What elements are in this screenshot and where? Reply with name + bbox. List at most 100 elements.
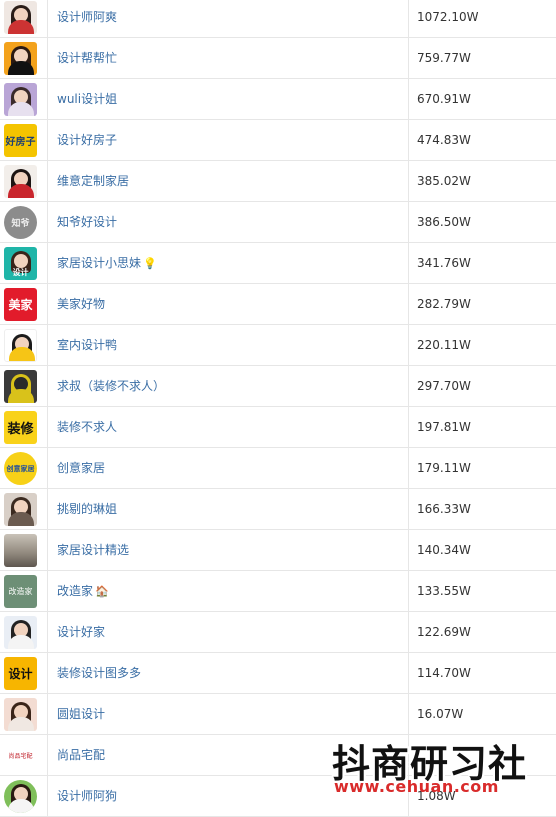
avatar[interactable] <box>4 370 37 403</box>
account-name-link[interactable]: 求叔（装修不求人） <box>57 366 165 407</box>
account-name-link[interactable]: 维意定制家居 <box>57 161 129 202</box>
avatar[interactable] <box>4 329 37 362</box>
fans-count: 297.70W <box>417 379 471 393</box>
account-name-link[interactable]: 室内设计鸭 <box>57 325 117 366</box>
table-row: 美家 美家好物 282.79W <box>0 284 556 325</box>
avatar[interactable]: 设计 <box>4 657 37 690</box>
avatar[interactable]: 设计 <box>4 247 37 280</box>
avatar-logo-text: 美家 <box>8 298 33 312</box>
watermark: 抖商研习社 www.cehuan.com <box>332 733 542 805</box>
avatar-cell <box>0 161 48 202</box>
account-name-link[interactable]: 美家好物 <box>57 284 105 325</box>
account-name-link[interactable]: 尚品宅配 <box>57 735 105 776</box>
avatar-cell <box>0 612 48 653</box>
account-name-link[interactable]: wuli设计姐 <box>57 79 117 120</box>
table-row: 设计 装修设计图多多 114.70W <box>0 653 556 694</box>
name-cell: 家居设计精选 <box>48 530 409 571</box>
name-cell: 改造家 🏠 <box>48 571 409 612</box>
fans-count: 341.76W <box>417 256 471 270</box>
avatar[interactable] <box>4 780 37 813</box>
fans-count: 474.83W <box>417 133 471 147</box>
table-row: wuli设计姐 670.91W <box>0 79 556 120</box>
account-name-link[interactable]: 装修不求人 <box>57 407 117 448</box>
fans-cell: 140.34W <box>409 530 556 571</box>
account-name-link[interactable]: 设计好家 <box>57 612 105 653</box>
avatar-cell: 创意家居 <box>0 448 48 489</box>
account-name-link[interactable]: 设计师阿爽 <box>57 0 117 38</box>
account-name-link[interactable]: 家居设计小思妹 💡 <box>57 243 157 284</box>
avatar-logo-text: 改造家 <box>8 587 33 596</box>
avatar-cell: 设计 <box>0 243 48 284</box>
avatar[interactable]: 改造家 <box>4 575 37 608</box>
avatar-logo-text: 好房子 <box>5 137 36 148</box>
avatar[interactable] <box>4 616 37 649</box>
name-cell: 挑剔的琳姐 <box>48 489 409 530</box>
avatar-cell: 美家 <box>0 284 48 325</box>
name-cell: wuli设计姐 <box>48 79 409 120</box>
table-row: 好房子 设计好房子 474.83W <box>0 120 556 161</box>
avatar[interactable] <box>4 165 37 198</box>
avatar-cell <box>0 0 48 38</box>
account-name-link[interactable]: 装修设计图多多 <box>57 653 141 694</box>
fans-count: 759.77W <box>417 51 471 65</box>
fans-cell: 179.11W <box>409 448 556 489</box>
fans-cell: 386.50W <box>409 202 556 243</box>
avatar[interactable]: 创意家居 <box>4 452 37 485</box>
avatar-cell <box>0 694 48 735</box>
avatar-cell: 改造家 <box>0 571 48 612</box>
account-name-link[interactable]: 圆姐设计 <box>57 694 105 735</box>
fans-count: 670.91W <box>417 92 471 106</box>
fans-count: 386.50W <box>417 215 471 229</box>
name-cell: 维意定制家居 <box>48 161 409 202</box>
avatar-cell <box>0 325 48 366</box>
avatar[interactable] <box>4 1 37 34</box>
house-icon: 🏠 <box>95 585 109 598</box>
name-cell: 家居设计小思妹 💡 <box>48 243 409 284</box>
fans-count: 179.11W <box>417 461 471 475</box>
table-row: 知爷 知爷好设计 386.50W <box>0 202 556 243</box>
account-name-text: 改造家 <box>57 584 94 598</box>
table-row: 设计好家 122.69W <box>0 612 556 653</box>
avatar[interactable] <box>4 83 37 116</box>
fans-cell: 670.91W <box>409 79 556 120</box>
fans-count: 166.33W <box>417 502 471 516</box>
avatar[interactable]: 好房子 <box>4 124 37 157</box>
avatar-cell <box>0 79 48 120</box>
account-name-link[interactable]: 设计师阿狗 <box>57 776 117 817</box>
fans-count: 114.70W <box>417 666 471 680</box>
avatar[interactable]: 尚品宅配 <box>4 739 37 772</box>
avatar[interactable] <box>4 698 37 731</box>
table-row: 设计帮帮忙 759.77W <box>0 38 556 79</box>
name-cell: 圆姐设计 <box>48 694 409 735</box>
avatar[interactable] <box>4 42 37 75</box>
avatar-cell: 装修 <box>0 407 48 448</box>
account-name-link[interactable]: 设计好房子 <box>57 120 117 161</box>
fans-cell: 114.70W <box>409 653 556 694</box>
avatar[interactable] <box>4 534 37 567</box>
avatar[interactable]: 装修 <box>4 411 37 444</box>
avatar-cell <box>0 38 48 79</box>
account-name-link[interactable]: 创意家居 <box>57 448 105 489</box>
account-name-link[interactable]: 挑剔的琳姐 <box>57 489 117 530</box>
avatar-cell: 尚品宅配 <box>0 735 48 776</box>
table-row: 创意家居 创意家居 179.11W <box>0 448 556 489</box>
account-name-link[interactable]: 设计帮帮忙 <box>57 38 117 79</box>
name-cell: 室内设计鸭 <box>48 325 409 366</box>
name-cell: 装修不求人 <box>48 407 409 448</box>
table-row: 设计师阿爽 1072.10W <box>0 0 556 38</box>
fans-cell: 341.76W <box>409 243 556 284</box>
avatar-cell <box>0 366 48 407</box>
table-row: 圆姐设计 16.07W <box>0 694 556 735</box>
account-name-link[interactable]: 改造家 🏠 <box>57 571 109 612</box>
avatar[interactable]: 知爷 <box>4 206 37 239</box>
avatar-cell <box>0 530 48 571</box>
account-name-link[interactable]: 家居设计精选 <box>57 530 129 571</box>
name-cell: 美家好物 <box>48 284 409 325</box>
name-cell: 设计师阿爽 <box>48 0 409 38</box>
avatar-logo-text: 设计 <box>12 268 29 277</box>
fans-count: 122.69W <box>417 625 471 639</box>
avatar[interactable] <box>4 493 37 526</box>
avatar[interactable]: 美家 <box>4 288 37 321</box>
account-name-link[interactable]: 知爷好设计 <box>57 202 117 243</box>
fans-cell: 297.70W <box>409 366 556 407</box>
